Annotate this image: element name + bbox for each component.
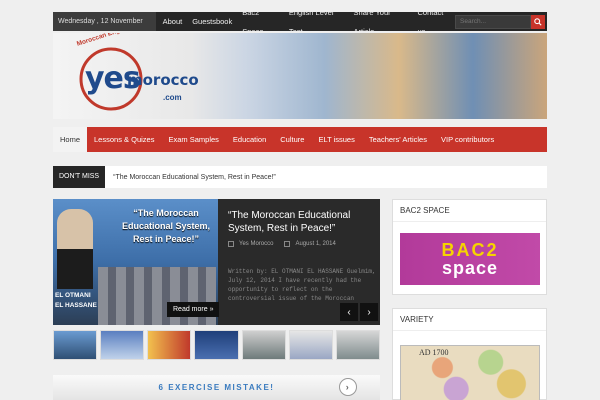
nav-item-lessons-quizes[interactable]: Lessons & Quizes [87, 127, 161, 152]
search-box [455, 14, 545, 29]
slide-excerpt: Written by: EL OTMANI EL HASSANE Guelmim… [228, 268, 376, 302]
chevron-left-icon: ‹ [347, 306, 351, 318]
search-input[interactable] [455, 14, 531, 29]
variety-widget: VARIETY AD 1700 [392, 308, 547, 400]
thumbnail[interactable] [100, 330, 145, 360]
nav-item-education[interactable]: Education [226, 127, 273, 152]
site-logo[interactable]: Moroccan English Magazine yes morocco .c… [63, 33, 203, 113]
author-photo-suit [57, 249, 93, 289]
thumbnail[interactable] [241, 330, 286, 360]
search-button[interactable] [531, 14, 545, 29]
chevron-right-icon: › [367, 306, 371, 318]
slide-image-author-line2: EL HASSANE [55, 302, 97, 309]
bac2-banner-line1: BAC2 [441, 240, 499, 260]
slider-prev-button[interactable]: ‹ [340, 303, 358, 321]
site-header: Moroccan English Magazine yes morocco .c… [53, 33, 547, 119]
widget-title: BAC2 SPACE [393, 200, 546, 222]
logo-com: .com [163, 93, 182, 102]
ticker-headline[interactable]: “The Moroccan Educational System, Rest i… [105, 174, 276, 181]
nav-item-teachers-articles[interactable]: Teachers' Articles [362, 127, 434, 152]
thumbnail[interactable] [147, 330, 192, 360]
historical-map-image[interactable]: AD 1700 [400, 345, 540, 400]
bac2-space-banner[interactable]: BAC2 space [400, 233, 540, 285]
slide-image-title: “The Moroccan Educational System, Rest i… [121, 208, 211, 244]
news-ticker: DON'T MISS “The Moroccan Educational Sys… [53, 166, 547, 188]
current-date: Wednesday , 12 November 2014 [53, 12, 156, 44]
chevron-right-icon: › [345, 382, 351, 392]
slide-title[interactable]: “The Moroccan Educational System, Rest i… [228, 209, 374, 235]
logo-morocco: morocco [127, 71, 199, 89]
thumbnail[interactable] [194, 330, 239, 360]
main-nav: Home Lessons & Quizes Exam Samples Educa… [53, 127, 547, 152]
nav-item-vip-contributors[interactable]: VIP contributors [434, 127, 501, 152]
thumbnail[interactable] [53, 330, 98, 360]
thumbnail[interactable] [288, 330, 333, 360]
nav-item-home[interactable]: Home [53, 127, 88, 152]
article-box-next-button[interactable]: › [339, 378, 357, 396]
top-link-about[interactable]: About [158, 12, 188, 31]
slide-image-author-line1: EL OTMANI [55, 292, 91, 299]
read-more-button[interactable]: Read more » [167, 302, 220, 317]
slide-author[interactable]: Yes Morocco [239, 241, 273, 247]
bac2-banner-line2: space [441, 258, 499, 278]
nav-item-exam-samples[interactable]: Exam Samples [161, 127, 225, 152]
article-box-title[interactable]: 6 EXERCISE MISTAKE! [159, 383, 275, 392]
nav-item-culture[interactable]: Culture [273, 127, 311, 152]
search-icon [534, 17, 542, 26]
calendar-icon [284, 241, 291, 247]
slider-thumbnails [53, 330, 380, 360]
top-link-guestsbook[interactable]: Guestsbook [187, 12, 237, 31]
user-icon [228, 241, 234, 247]
widget-title: VARIETY [393, 309, 546, 331]
featured-slider: EL OTMANI EL HASSANE “The Moroccan Educa… [53, 199, 380, 325]
article-box: 6 EXERCISE MISTAKE! › [53, 375, 380, 400]
slide-image-author: EL OTMANI EL HASSANE [55, 291, 97, 311]
top-bar: Wednesday , 12 November 2014 About Guest… [53, 8, 547, 44]
slider-next-button[interactable]: › [360, 303, 378, 321]
thumbnail[interactable] [335, 330, 380, 360]
nav-item-elt-issues[interactable]: ELT issues [311, 127, 361, 152]
slide-meta: Yes Morocco August 1, 2014 [228, 241, 336, 247]
bac2-space-widget: BAC2 SPACE BAC2 space [392, 199, 547, 295]
ticker-label: DON'T MISS [53, 166, 106, 188]
slide-date: August 1, 2014 [295, 241, 336, 247]
map-year-label: AD 1700 [419, 348, 449, 357]
